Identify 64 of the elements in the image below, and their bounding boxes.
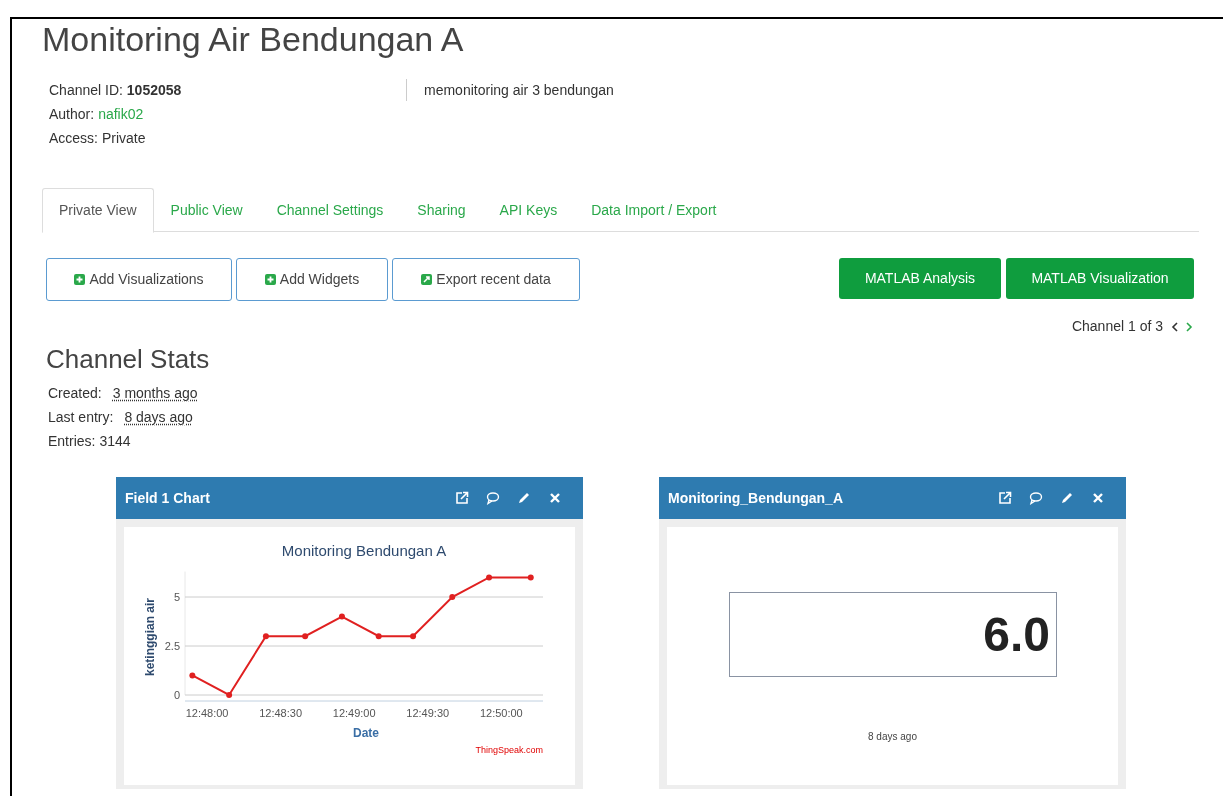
external-link-icon[interactable]	[455, 491, 469, 505]
tab[interactable]: Data Import / Export	[574, 188, 734, 232]
close-icon[interactable]	[1091, 491, 1105, 505]
data-point	[527, 574, 534, 581]
data-point	[410, 633, 417, 640]
y-tick-label: 0	[173, 689, 180, 701]
page-title: Monitoring Air Bendungan A	[42, 19, 464, 59]
chart-credit: ThingSpeak.com	[475, 745, 543, 755]
channel-id-text: Channel ID: 1052058	[49, 81, 182, 100]
pencil-icon[interactable]	[1060, 491, 1074, 505]
data-point	[302, 633, 309, 640]
plus-icon	[264, 274, 276, 285]
stats-heading: Channel Stats	[46, 343, 210, 375]
data-point	[226, 692, 233, 698]
comment-icon[interactable]	[1029, 491, 1043, 505]
update-time-text: 8 days ago	[868, 730, 917, 744]
stat-label: Created:	[48, 384, 102, 403]
close-icon[interactable]	[548, 491, 562, 505]
tab[interactable]: Channel Settings	[259, 188, 401, 232]
matlab-button[interactable]: MATLAB Visualization	[1006, 258, 1194, 299]
x-tick-label: 12:49:00	[332, 707, 376, 719]
tab[interactable]: Private View	[42, 188, 154, 233]
data-point	[449, 594, 456, 600]
author-link[interactable]: nafik02	[98, 103, 144, 125]
widget-title: Field 1 Chart	[125, 488, 210, 508]
tab[interactable]: Sharing	[400, 188, 483, 232]
data-point	[338, 613, 345, 620]
plus-icon	[74, 274, 86, 285]
x-tick-label: 12:48:30	[259, 707, 303, 719]
data-point	[486, 574, 493, 581]
value-text: 6.0	[983, 610, 1050, 659]
stat-value: 3144	[99, 432, 131, 451]
x-tick-label: 12:48:00	[185, 707, 229, 719]
data-point	[375, 633, 382, 640]
author-label: Author:	[49, 105, 95, 124]
y-axis-label: ketinggian air	[143, 598, 157, 676]
stat-label: Last entry:	[48, 408, 114, 427]
external-link-icon[interactable]	[998, 491, 1012, 505]
widget-title: Monitoring_Bendungan_A	[668, 488, 843, 508]
data-point	[189, 672, 196, 679]
tab[interactable]: API Keys	[482, 188, 575, 232]
channel-description: memonitoring air 3 bendungan	[423, 81, 614, 100]
matlab-button[interactable]: MATLAB Analysis	[839, 258, 1001, 299]
stat-value: 3 months ago	[112, 384, 198, 403]
data-point	[262, 633, 269, 640]
comment-icon[interactable]	[486, 491, 500, 505]
tab[interactable]: Public View	[153, 188, 260, 232]
channel-pager-text: Channel 1 of 3	[1071, 317, 1163, 336]
stat-label: Entries:	[48, 432, 96, 451]
add-button[interactable]: Add Visualizations	[46, 258, 232, 301]
previous-icon[interactable]	[1171, 321, 1178, 332]
y-tick-label: 5	[173, 591, 180, 603]
chart-title: Monitoring Bendungan A	[281, 542, 447, 559]
pencil-icon[interactable]	[517, 491, 531, 505]
export-icon	[421, 274, 433, 285]
next-icon[interactable]	[1186, 321, 1193, 332]
stat-value: 8 days ago	[124, 408, 193, 427]
x-tick-label: 12:49:30	[406, 707, 450, 719]
y-tick-label: 2.5	[164, 640, 180, 652]
access-text: Access: Private	[49, 129, 146, 148]
x-tick-label: 12:50:00	[479, 707, 523, 719]
export-button[interactable]: Export recent data	[392, 258, 580, 301]
x-axis-label: Date	[353, 726, 379, 740]
add-button[interactable]: Add Widgets	[236, 258, 388, 301]
